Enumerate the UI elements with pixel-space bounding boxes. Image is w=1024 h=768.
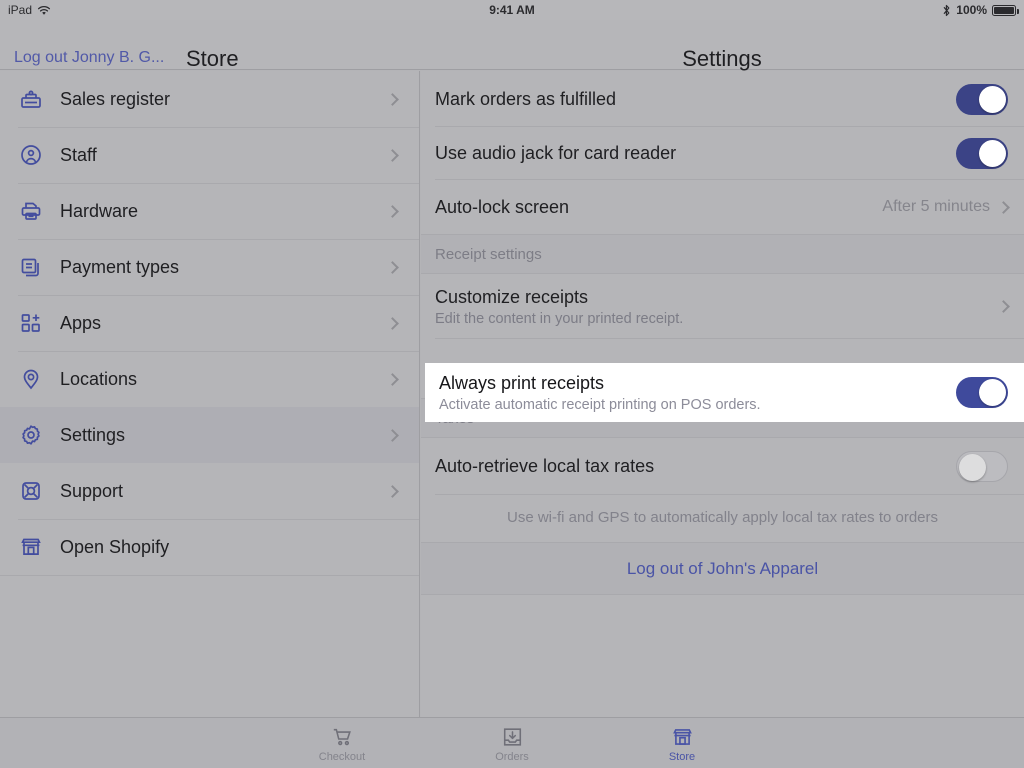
section-header-receipt-settings: Receipt settings <box>421 234 1024 274</box>
app-header: Log out Jonny B. G... Store Settings <box>0 20 1024 71</box>
status-bar: iPad 9:41 AM 100% <box>0 0 1024 20</box>
setting-sublabel: Edit the content in your printed receipt… <box>435 310 684 327</box>
battery-full-icon <box>992 4 1019 16</box>
chevron-right-icon <box>997 200 1010 214</box>
chevron-right-icon <box>386 204 399 218</box>
sidebar-item-label: Support <box>60 480 124 501</box>
printer-icon <box>18 198 44 224</box>
sidebar-item-payment-types[interactable]: Payment types <box>0 239 419 295</box>
sidebar-item-support[interactable]: Support <box>0 463 419 519</box>
chevron-right-icon <box>386 484 399 498</box>
tab-store[interactable]: Store <box>627 724 737 763</box>
sidebar-item-label: Staff <box>60 144 97 165</box>
sidebar-item-label: Hardware <box>60 200 139 221</box>
status-bar-clock: 9:41 AM <box>489 3 535 17</box>
setting-row-mark-orders-fulfilled[interactable]: Mark orders as fulfilled <box>421 71 1024 127</box>
apps-grid-plus-icon <box>18 310 44 336</box>
sidebar-item-hardware[interactable]: Hardware <box>0 183 419 239</box>
sidebar-item-open-shopify[interactable]: Open Shopify <box>0 519 419 575</box>
setting-row-auto-retrieve-tax-rates[interactable]: Auto-retrieve local tax rates <box>421 438 1024 495</box>
tab-checkout[interactable]: Checkout <box>287 724 397 763</box>
chevron-right-icon <box>386 316 399 330</box>
row-texts: Always print receipts Activate automatic… <box>439 373 956 413</box>
ipad-shopify-pos-screen: iPad 9:41 AM 100% Log out Jonny B. G... … <box>0 0 1024 768</box>
sidebar-item-settings[interactable]: Settings <box>0 407 419 463</box>
setting-sublabel: Activate automatic receipt printing on P… <box>439 396 761 413</box>
row-texts: Auto-lock screen <box>435 197 882 218</box>
tab-label: Store <box>668 750 696 763</box>
tab-orders[interactable]: Orders <box>457 724 567 763</box>
payment-cards-icon <box>18 254 44 280</box>
support-lifering-icon <box>18 478 44 504</box>
chevron-right-icon <box>386 372 399 386</box>
logout-user-button[interactable]: Log out Jonny B. G... <box>14 49 164 67</box>
setting-row-customize-receipts[interactable]: Customize receipts Edit the content in y… <box>421 274 1024 339</box>
chevron-right-icon <box>997 300 1010 313</box>
sidebar-item-label: Open Shopify <box>60 536 170 557</box>
bluetooth-icon <box>942 4 951 17</box>
status-bar-right: 100% <box>942 3 1019 17</box>
setting-label: Auto-retrieve local tax rates <box>435 456 655 476</box>
sidebar-item-label: Apps <box>60 312 102 333</box>
sidebar-item-staff[interactable]: Staff <box>0 127 419 183</box>
bottom-tab-bar: Checkout Orders Store <box>0 717 1024 768</box>
setting-label: Use audio jack for card reader <box>435 143 677 163</box>
storefront-icon <box>671 724 694 748</box>
auto-lock-value: After 5 minutes <box>882 198 990 215</box>
sidebar-bottom-divider <box>0 575 419 576</box>
orders-tray-icon <box>501 724 524 748</box>
chevron-right-icon <box>386 148 399 162</box>
gear-icon <box>18 422 44 448</box>
chevron-right-icon <box>386 428 399 442</box>
setting-row-auto-lock-screen[interactable]: Auto-lock screen After 5 minutes <box>421 180 1024 234</box>
setting-label: Auto-lock screen <box>435 196 570 217</box>
shopping-cart-icon <box>331 724 354 748</box>
storefront-icon <box>18 534 44 560</box>
taxes-footnote: Use wi-fi and GPS to automatically apply… <box>421 495 1024 543</box>
chevron-right-icon <box>386 260 399 274</box>
setting-label: Customize receipts <box>435 286 589 307</box>
row-texts: Auto-retrieve local tax rates <box>435 456 956 477</box>
setting-label: Mark orders as fulfilled <box>435 88 617 109</box>
setting-label: Always print receipts <box>439 372 605 393</box>
settings-panel: Mark orders as fulfilled Use audio jack … <box>421 71 1024 717</box>
battery-percent-label: 100% <box>956 3 987 17</box>
setting-row-audio-jack-card-reader[interactable]: Use audio jack for card reader <box>421 127 1024 180</box>
sidebar-item-label: Locations <box>60 368 138 389</box>
store-panel-title: Store <box>186 46 239 71</box>
cash-register-icon <box>18 86 44 112</box>
tab-label: Checkout <box>318 750 366 763</box>
setting-row-always-print-receipts[interactable]: Always print receipts Activate automatic… <box>425 363 1024 422</box>
staff-person-icon <box>18 142 44 168</box>
logout-store-button[interactable]: Log out of John's Apparel <box>421 543 1024 595</box>
row-texts: Mark orders as fulfilled <box>435 89 956 110</box>
tab-label: Orders <box>495 750 529 763</box>
audio-jack-card-reader-toggle[interactable] <box>956 138 1008 169</box>
map-pin-icon <box>18 366 44 392</box>
row-texts: Customize receipts Edit the content in y… <box>435 287 999 327</box>
sidebar-item-locations[interactable]: Locations <box>0 351 419 407</box>
page-title: Settings <box>682 46 762 71</box>
auto-retrieve-tax-rates-toggle[interactable] <box>956 451 1008 482</box>
sidebar-item-apps[interactable]: Apps <box>0 295 419 351</box>
sidebar-item-label: Sales register <box>60 88 171 109</box>
row-texts: Use audio jack for card reader <box>435 143 956 164</box>
sidebar-item-label: Payment types <box>60 256 180 277</box>
sidebar-item-label: Settings <box>60 424 126 445</box>
chevron-right-icon <box>386 92 399 106</box>
always-print-receipts-toggle[interactable] <box>956 377 1008 408</box>
sidebar-item-sales-register[interactable]: Sales register <box>0 71 419 127</box>
mark-orders-fulfilled-toggle[interactable] <box>956 83 1008 115</box>
sidebar: Sales register Staff Hardware Payment ty… <box>0 71 420 717</box>
